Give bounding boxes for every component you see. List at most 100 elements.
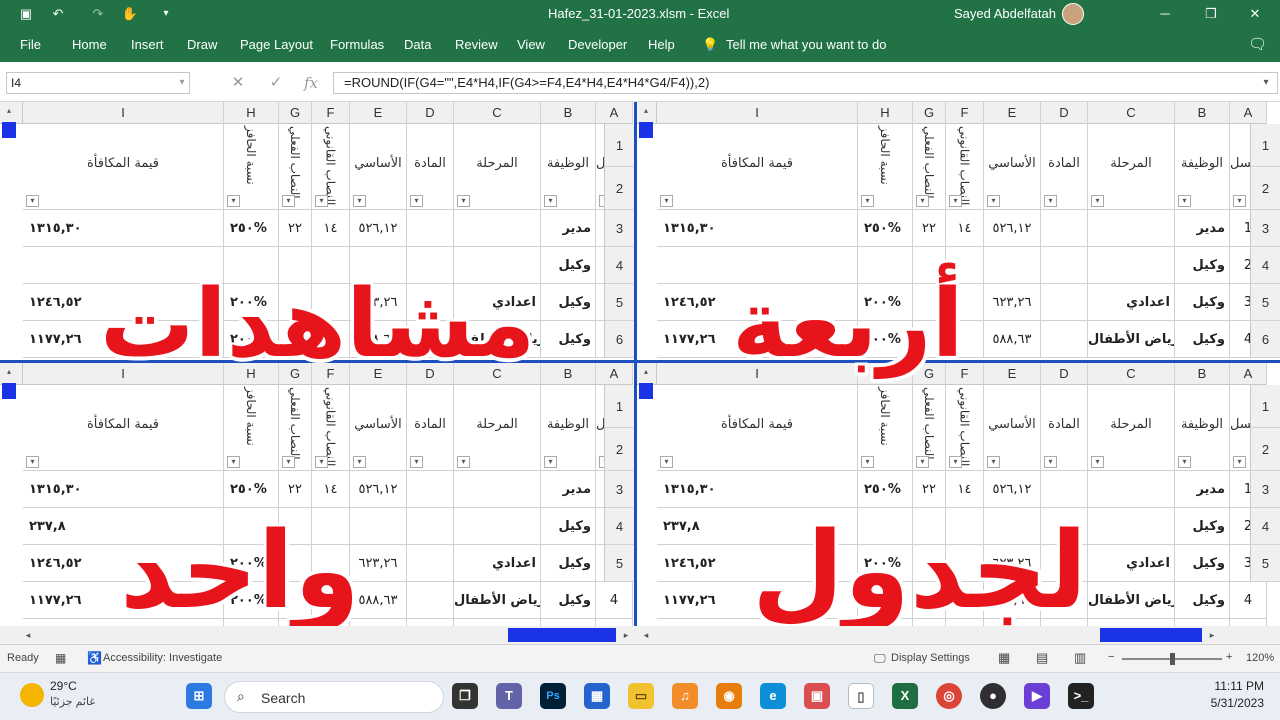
scroll-left-icon[interactable]: ◂ [22, 628, 34, 642]
row-header[interactable]: 4 [604, 247, 634, 284]
column-header-B[interactable]: B [541, 363, 596, 385]
enter-icon[interactable]: ✓ [266, 72, 286, 94]
tab-draw[interactable]: Draw [187, 28, 217, 62]
filter-dropdown-icon[interactable]: ▾ [457, 456, 470, 468]
row-header[interactable]: 5 [604, 545, 634, 582]
display-settings[interactable]: Display Settings [891, 652, 970, 664]
header-cell-job[interactable]: الوظيفة ▾ [1175, 385, 1230, 471]
audacity-icon[interactable]: ♫ [672, 683, 698, 709]
column-header-A[interactable]: A [596, 102, 633, 124]
header-cell-rate[interactable]: نسبة الحافز ▾ [224, 385, 279, 471]
avatar[interactable] [1062, 3, 1084, 25]
header-cell-job[interactable]: الوظيفة ▾ [541, 385, 596, 471]
filter-dropdown-icon[interactable]: ▾ [353, 456, 366, 468]
table-cell-stage[interactable]: رياض الأطفال [1088, 321, 1175, 358]
table-cell-serial[interactable]: 4 [596, 582, 633, 619]
table-cell-actual[interactable]: ٢٢ [279, 210, 312, 247]
table-cell-stage[interactable] [1088, 210, 1175, 247]
table-cell-stage[interactable] [454, 508, 541, 545]
page-break-view-icon[interactable]: ▥ [1074, 650, 1086, 666]
macro-record-icon[interactable]: ▦ [55, 651, 66, 665]
table-cell-subject[interactable] [407, 582, 454, 619]
table-cell-rate[interactable]: ٢٥٠% [858, 210, 913, 247]
table-cell-job[interactable]: مدير [1175, 471, 1230, 508]
header-cell-reward[interactable]: قيمة المكافأة ▾ [23, 124, 224, 210]
header-cell-subject[interactable]: المادة ▾ [407, 385, 454, 471]
clock-date[interactable]: 5/31/2023 [1196, 696, 1264, 710]
row-header[interactable]: 1 [604, 385, 634, 428]
filter-dropdown-icon[interactable]: ▾ [315, 456, 328, 468]
column-header-E[interactable]: E [350, 102, 407, 124]
tab-insert[interactable]: Insert [131, 28, 164, 62]
taskbar-search[interactable]: ⌕ Search [224, 681, 444, 713]
column-header-C[interactable]: C [454, 102, 541, 124]
header-cell-stage[interactable]: المرحلة ▾ [454, 385, 541, 471]
scroll-thumb-left[interactable] [508, 628, 616, 642]
page-layout-view-icon[interactable]: ▤ [1036, 650, 1048, 666]
scroll-right-icon[interactable]: ▸ [620, 628, 632, 642]
table-cell-stage[interactable] [1088, 508, 1175, 545]
obs-icon[interactable]: ● [980, 683, 1006, 709]
tab-page-layout[interactable]: Page Layout [240, 28, 313, 62]
row-header[interactable]: 2 [1250, 167, 1280, 210]
filter-dropdown-icon[interactable]: ▾ [282, 195, 295, 207]
scroll-up-icon[interactable]: ▴ [639, 367, 653, 379]
column-header-C[interactable]: C [1088, 363, 1175, 385]
table-cell-job[interactable]: وكيل [541, 545, 596, 582]
table-cell-job[interactable]: وكيل [541, 508, 596, 545]
table-cell-legal[interactable]: ١٤ [312, 471, 350, 508]
table-cell-basic[interactable]: ٥٢٦,١٢ [350, 471, 407, 508]
teams-icon[interactable]: T [496, 683, 522, 709]
scroll-up-icon[interactable]: ▴ [639, 106, 653, 118]
filter-dropdown-icon[interactable]: ▾ [861, 195, 874, 207]
header-cell-job[interactable]: الوظيفة ▾ [541, 124, 596, 210]
terminal-icon[interactable]: >_ [1068, 683, 1094, 709]
header-cell-rate[interactable]: نسبة الحافز ▾ [858, 385, 913, 471]
header-cell-rate[interactable]: نسبة الحافز ▾ [858, 124, 913, 210]
customize-toolbar-icon[interactable]: ▾ [158, 0, 174, 28]
table-cell-subject[interactable] [1041, 321, 1088, 358]
table-cell-stage[interactable]: رياض الأطفال [1088, 582, 1175, 619]
filter-dropdown-icon[interactable]: ▾ [315, 195, 328, 207]
row-header[interactable]: 2 [1250, 428, 1280, 471]
filter-dropdown-icon[interactable]: ▾ [282, 456, 295, 468]
weather-icon[interactable] [20, 683, 44, 707]
table-cell-job[interactable]: وكيل [541, 321, 596, 358]
column-header-H[interactable]: H [224, 102, 279, 124]
table-cell-legal[interactable]: ١٤ [312, 210, 350, 247]
undo-icon[interactable]: ↶ [46, 0, 70, 28]
table-cell-rate[interactable]: ٢٥٠% [224, 471, 279, 508]
tab-review[interactable]: Review [455, 28, 498, 62]
restore-button[interactable]: ❐ [1196, 0, 1226, 28]
name-box-dropdown-icon[interactable]: ▾ [172, 72, 192, 94]
table-cell-subject[interactable] [1041, 210, 1088, 247]
filter-dropdown-icon[interactable]: ▾ [544, 456, 557, 468]
header-cell-subject[interactable]: المادة ▾ [1041, 124, 1088, 210]
table-cell-basic[interactable]: ٥٢٦,١٢ [350, 210, 407, 247]
column-header-A[interactable]: A [1230, 102, 1267, 124]
column-header-D[interactable]: D [1041, 363, 1088, 385]
insert-function-icon[interactable]: fx [301, 72, 321, 94]
table-cell-stage[interactable]: اعدادي [1088, 545, 1175, 582]
vertical-scroll-thumb[interactable] [639, 122, 653, 138]
header-cell-actual[interactable]: النصاب الفعلي ▾ [279, 385, 312, 471]
header-cell-reward[interactable]: قيمة المكافأة ▾ [23, 385, 224, 471]
start-icon[interactable]: ⊞ [186, 683, 212, 709]
table-cell-stage[interactable]: اعدادي [1088, 284, 1175, 321]
tab-view[interactable]: View [517, 28, 545, 62]
filter-dropdown-icon[interactable]: ▾ [544, 195, 557, 207]
header-cell-stage[interactable]: المرحلة ▾ [454, 124, 541, 210]
header-cell-basic[interactable]: الأساسي ▾ [984, 385, 1041, 471]
tab-developer[interactable]: Developer [568, 28, 627, 62]
row-header[interactable]: 5 [1250, 545, 1280, 582]
header-cell-stage[interactable]: المرحلة ▾ [1088, 385, 1175, 471]
save-icon[interactable]: ▣ [14, 0, 38, 28]
table-cell-stage[interactable] [1088, 471, 1175, 508]
filter-dropdown-icon[interactable]: ▾ [1091, 456, 1104, 468]
lightbulb-icon[interactable]: 💡 [702, 28, 718, 62]
table-cell-subject[interactable] [407, 210, 454, 247]
split-bar-vertical[interactable] [634, 102, 637, 626]
table-cell-job[interactable]: وكيل [541, 284, 596, 321]
table-cell-job[interactable]: معلم خبير مشرف [1175, 619, 1230, 626]
column-header-D[interactable]: D [1041, 102, 1088, 124]
